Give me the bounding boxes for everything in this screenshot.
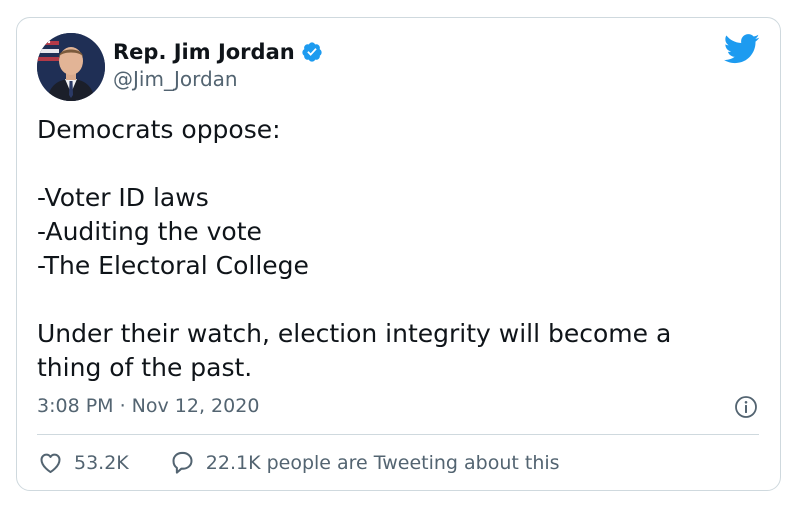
avatar-portrait-icon	[37, 33, 105, 101]
like-action[interactable]: 53.2K	[37, 449, 129, 476]
tweet-line: Democrats oppose:	[37, 115, 281, 144]
like-count: 53.2K	[74, 451, 129, 474]
author-handle[interactable]: @Jim_Jordan	[113, 66, 238, 92]
reply-bubble-icon[interactable]	[169, 449, 196, 476]
author-name-row: Rep. Jim Jordan	[113, 39, 323, 65]
tweet-line	[37, 147, 757, 181]
divider	[37, 434, 759, 435]
tweet-line: thing of the past.	[37, 353, 253, 382]
conversation-count: 22.1K people are Tweeting about this	[205, 451, 560, 474]
tweet-line: Under their watch, election integrity wi…	[37, 319, 672, 348]
info-icon[interactable]	[734, 395, 758, 419]
avatar[interactable]	[37, 33, 105, 101]
conversation-action[interactable]: 22.1K people are Tweeting about this	[169, 449, 560, 476]
tweet-line: -Voter ID laws	[37, 183, 209, 212]
verified-badge-icon	[302, 42, 322, 62]
tweet-line: -The Electoral College	[37, 251, 309, 280]
heart-icon[interactable]	[37, 449, 64, 476]
tweet-line: -Auditing the vote	[37, 217, 262, 246]
twitter-bird-icon[interactable]	[724, 34, 760, 64]
author-display-name[interactable]: Rep. Jim Jordan	[113, 39, 295, 65]
tweet-timestamp[interactable]: 3:08 PM · Nov 12, 2020	[37, 393, 259, 419]
tweet-text: Democrats oppose: -Voter ID laws -Auditi…	[37, 113, 757, 385]
tweet-line	[37, 283, 757, 317]
tweet-actions: 53.2K 22.1K people are Tweeting about th…	[37, 449, 560, 476]
